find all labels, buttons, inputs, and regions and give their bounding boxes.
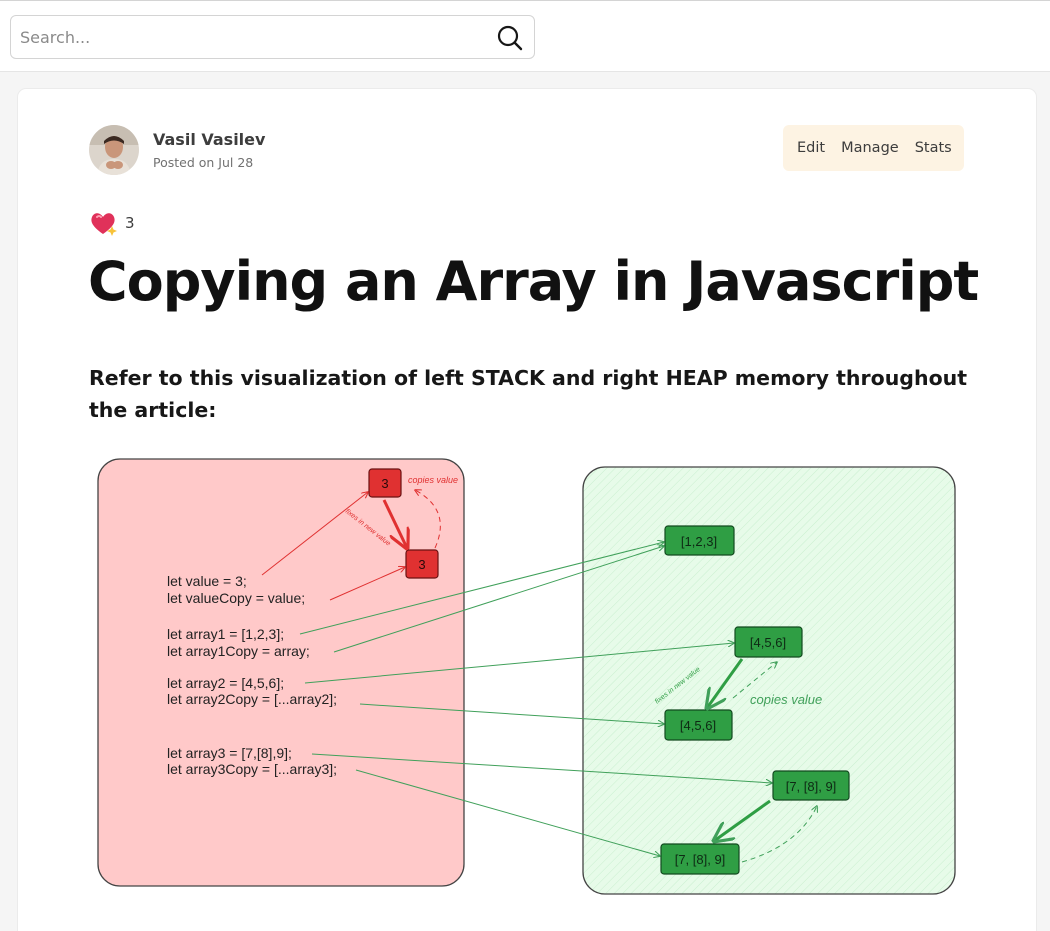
author-avatar[interactable] [89,125,139,175]
article-title: Copying an Array in Javascript [88,250,979,313]
stack-line: let array1 = [1,2,3]; [167,626,284,642]
heap-value-label: [1,2,3] [681,534,717,549]
stack-line: let array3Copy = [...array3]; [167,761,337,777]
search-input[interactable] [11,16,481,58]
sparkle-heart-icon [91,213,117,236]
stack-line: let value = 3; [167,573,247,589]
stack-line: let array1Copy = array; [167,643,310,659]
post-date: Posted on Jul 28 [153,155,254,170]
memory-diagram: let value = 3; let valueCopy = value; le… [90,450,970,900]
heap-value-label: [7, [8], 9] [675,852,726,867]
stack-panel [97,458,465,887]
top-header [0,0,1050,72]
reaction-count: 3 [125,214,135,232]
article-subheading: Refer to this visualization of left STAC… [89,366,968,422]
stack-value-label: 3 [381,476,388,491]
heap-value-label: [4,5,6] [750,635,786,650]
stats-button[interactable]: Stats [907,134,960,162]
stack-line: let array2 = [4,5,6]; [167,675,284,691]
stack-value-label: 3 [418,557,425,572]
heap-value-label: [4,5,6] [680,718,716,733]
search-icon [497,25,523,51]
manage-button[interactable]: Manage [833,134,907,162]
stack-line: let array3 = [7,[8],9]; [167,745,292,761]
stack-line: let valueCopy = value; [167,590,305,606]
edit-button[interactable]: Edit [789,134,833,162]
author-actions: Edit Manage Stats [783,125,964,171]
heap-annotation: copies value [750,692,822,707]
search-bar [10,15,535,59]
stack-annotation: copies value [408,475,458,485]
heap-value-label: [7, [8], 9] [786,779,837,794]
author-name[interactable]: Vasil Vasilev [153,130,265,149]
reactions-summary: 3 [89,210,135,236]
stack-line: let array2Copy = [...array2]; [167,691,337,707]
heap-panel [582,466,956,895]
search-button[interactable] [494,22,526,54]
